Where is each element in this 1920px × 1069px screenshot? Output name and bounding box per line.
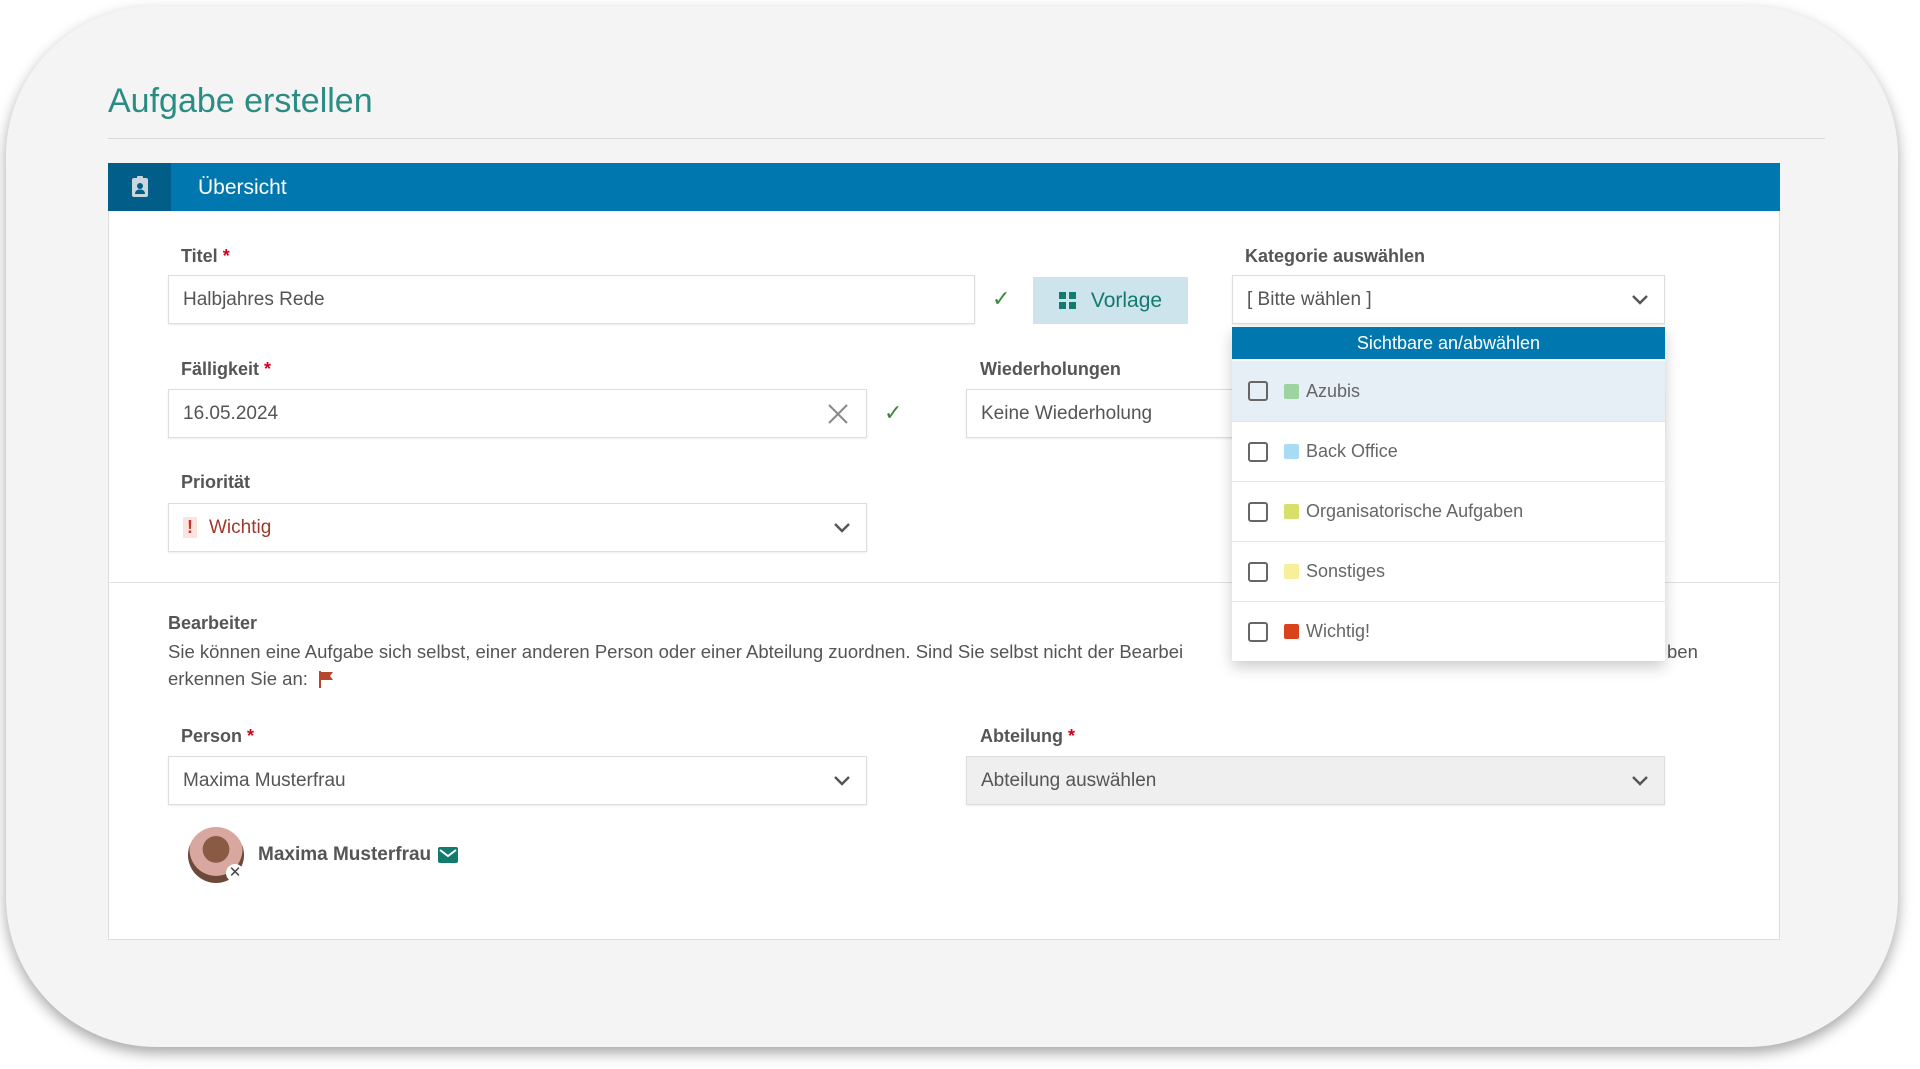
- person-label: Person *: [181, 726, 255, 746]
- checkbox[interactable]: [1248, 621, 1268, 642]
- prioritaet-select[interactable]: ! Wichtig: [168, 503, 867, 552]
- kategorie-dropdown: Sichtbare an/abwählen Azubis Back Office…: [1232, 327, 1665, 661]
- faelligkeit-input[interactable]: 16.05.2024: [168, 389, 867, 438]
- check-icon: ✓: [992, 286, 1011, 311]
- dropdown-item-organisatorische-aufgaben[interactable]: Organisatorische Aufgaben: [1232, 481, 1665, 541]
- panel-title: Übersicht: [198, 176, 287, 199]
- dropdown-item-sonstiges[interactable]: Sonstiges: [1232, 541, 1665, 601]
- chevron-down-icon: [834, 775, 850, 786]
- panel-header: [108, 163, 1780, 211]
- kategorie-label: Kategorie auswählen: [1245, 246, 1426, 266]
- color-swatch: [1284, 624, 1299, 639]
- flag-icon: [318, 671, 333, 688]
- badge-icon: [108, 163, 171, 211]
- chevron-down-icon: [1632, 294, 1648, 305]
- assignee-name: Maxima Musterfrau: [258, 844, 432, 865]
- color-swatch: [1284, 504, 1299, 519]
- wiederholungen-label: Wiederholungen: [980, 359, 1121, 379]
- exclamation-icon: !: [183, 517, 197, 538]
- prioritaet-label: Priorität: [181, 472, 251, 492]
- abteilung-label: Abteilung *: [980, 726, 1076, 746]
- kategorie-value: [ Bitte wählen ]: [1247, 288, 1372, 310]
- bearbeiter-description-end: ben: [1667, 641, 1698, 662]
- mail-icon[interactable]: [438, 847, 458, 863]
- divider: [108, 138, 1825, 139]
- dropdown-item-azubis[interactable]: Azubis: [1232, 361, 1665, 421]
- checkbox[interactable]: [1248, 501, 1268, 522]
- vorlage-label: Vorlage: [1090, 288, 1163, 312]
- bearbeiter-description: Sie können eine Aufgabe sich selbst, ein…: [168, 641, 1184, 662]
- color-swatch: [1284, 444, 1299, 459]
- person-select[interactable]: Maxima Musterfrau: [168, 756, 867, 805]
- chevron-down-icon: [834, 522, 850, 533]
- person-value: Maxima Musterfrau: [183, 769, 346, 791]
- titel-input[interactable]: Halbjahres Rede: [168, 275, 975, 324]
- checkbox[interactable]: [1248, 381, 1268, 401]
- template-icon: [1058, 291, 1076, 309]
- clear-icon[interactable]: [828, 403, 848, 424]
- kategorie-select[interactable]: [ Bitte wählen ]: [1232, 275, 1665, 324]
- check-icon: ✓: [884, 400, 903, 425]
- titel-label: Titel *: [181, 246, 230, 266]
- faelligkeit-label: Fälligkeit *: [181, 359, 272, 379]
- page-title: Aufgabe erstellen: [108, 82, 373, 120]
- color-swatch: [1284, 383, 1299, 399]
- bearbeiter-hint: erkennen Sie an:: [168, 668, 334, 690]
- color-swatch: [1284, 564, 1299, 579]
- abteilung-select[interactable]: Abteilung auswählen: [966, 756, 1665, 805]
- checkbox[interactable]: [1248, 441, 1268, 462]
- prioritaet-value: Wichtig: [209, 516, 272, 538]
- checkbox[interactable]: [1248, 561, 1268, 582]
- bearbeiter-title: Bearbeiter: [168, 613, 258, 633]
- dropdown-item-wichtig[interactable]: Wichtig!: [1232, 601, 1665, 661]
- abteilung-value: Abteilung auswählen: [981, 769, 1157, 791]
- remove-assignee-icon[interactable]: ✕: [226, 864, 244, 882]
- chevron-down-icon: [1632, 775, 1648, 786]
- dropdown-item-back-office[interactable]: Back Office: [1232, 421, 1665, 481]
- toggle-visible-button[interactable]: Sichtbare an/abwählen: [1232, 327, 1665, 359]
- faelligkeit-value: 16.05.2024: [183, 402, 279, 424]
- vorlage-button[interactable]: Vorlage: [1033, 277, 1188, 324]
